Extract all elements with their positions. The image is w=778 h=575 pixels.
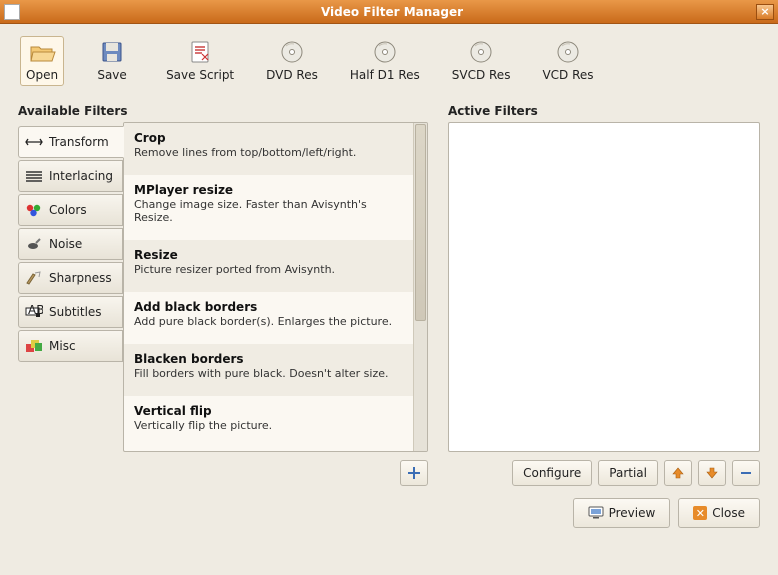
remove-filter-button[interactable]: [732, 460, 760, 486]
noise-icon: [25, 236, 43, 252]
active-filters-title: Active Filters: [448, 104, 760, 118]
toolbar-half-d1-res[interactable]: Half D1 Res: [350, 40, 420, 86]
sharpness-icon: [25, 270, 43, 286]
configure-button[interactable]: Configure: [512, 460, 592, 486]
move-up-button[interactable]: [664, 460, 692, 486]
filter-item[interactable]: Add black bordersAdd pure black border(s…: [124, 292, 413, 344]
active-filter-list[interactable]: [448, 122, 760, 452]
filter-name: MPlayer resize: [134, 183, 403, 197]
filter-item[interactable]: Blacken bordersFill borders with pure bl…: [124, 344, 413, 396]
toolbar-open[interactable]: Open: [20, 36, 64, 86]
tab-misc[interactable]: Misc: [18, 330, 123, 362]
toolbar-vcd-res[interactable]: VCD Res: [542, 40, 593, 86]
save-icon: [98, 40, 126, 64]
close-button[interactable]: ✕ Close: [678, 498, 760, 528]
tab-transform[interactable]: Transform: [18, 126, 124, 158]
window-close-button[interactable]: ×: [756, 4, 774, 20]
available-filters-title: Available Filters: [18, 104, 428, 118]
toolbar-dvd-res[interactable]: DVD Res: [266, 40, 318, 86]
transform-icon: [25, 134, 43, 150]
window-system-icon: [4, 4, 20, 20]
filter-desc: Vertically flip the picture.: [134, 419, 403, 432]
filter-item[interactable]: MPlayer resizeChange image size. Faster …: [124, 175, 413, 240]
disc-icon: [467, 40, 495, 64]
subtitles-icon: ABC: [25, 304, 43, 320]
disc-icon: [371, 40, 399, 64]
script-icon: [186, 40, 214, 64]
disc-icon: [278, 40, 306, 64]
filter-name: Crop: [134, 131, 403, 145]
disc-icon: [554, 40, 582, 64]
filter-item[interactable]: ResizePicture resizer ported from Avisyn…: [124, 240, 413, 292]
filter-name: Blacken borders: [134, 352, 403, 366]
filter-item[interactable]: CropRemove lines from top/bottom/left/ri…: [124, 123, 413, 175]
filter-desc: Remove lines from top/bottom/left/right.: [134, 146, 403, 159]
close-icon: ✕: [693, 506, 707, 520]
filter-name: Vertical flip: [134, 404, 403, 418]
partial-button[interactable]: Partial: [598, 460, 658, 486]
filter-desc: Fill borders with pure black. Doesn't al…: [134, 367, 403, 380]
open-icon: [28, 40, 56, 64]
toolbar-svcd-res[interactable]: SVCD Res: [452, 40, 511, 86]
window-title: Video Filter Manager: [28, 5, 756, 19]
colors-icon: [25, 202, 43, 218]
tab-interlacing[interactable]: Interlacing: [18, 160, 123, 192]
filter-desc: Add pure black border(s). Enlarges the p…: [134, 315, 403, 328]
preview-icon: [588, 505, 604, 522]
filter-desc: Picture resizer ported from Avisynth.: [134, 263, 403, 276]
scrollbar[interactable]: [413, 123, 427, 451]
toolbar-save[interactable]: Save: [90, 40, 134, 86]
tab-colors[interactable]: Colors: [18, 194, 123, 226]
tab-noise[interactable]: Noise: [18, 228, 123, 260]
toolbar-save-script[interactable]: Save Script: [166, 40, 234, 86]
add-filter-button[interactable]: [400, 460, 428, 486]
svg-text:ABC: ABC: [28, 305, 43, 317]
interlacing-icon: [25, 168, 43, 184]
tab-subtitles[interactable]: ABCSubtitles: [18, 296, 123, 328]
filter-desc: Change image size. Faster than Avisynth'…: [134, 198, 403, 224]
misc-icon: [25, 338, 43, 354]
move-down-button[interactable]: [698, 460, 726, 486]
available-filter-list: CropRemove lines from top/bottom/left/ri…: [123, 122, 428, 452]
filter-item[interactable]: Vertical flipVertically flip the picture…: [124, 396, 413, 448]
filter-name: Add black borders: [134, 300, 403, 314]
preview-button[interactable]: Preview: [573, 498, 671, 528]
filter-name: Resize: [134, 248, 403, 262]
tab-sharpness[interactable]: Sharpness: [18, 262, 123, 294]
